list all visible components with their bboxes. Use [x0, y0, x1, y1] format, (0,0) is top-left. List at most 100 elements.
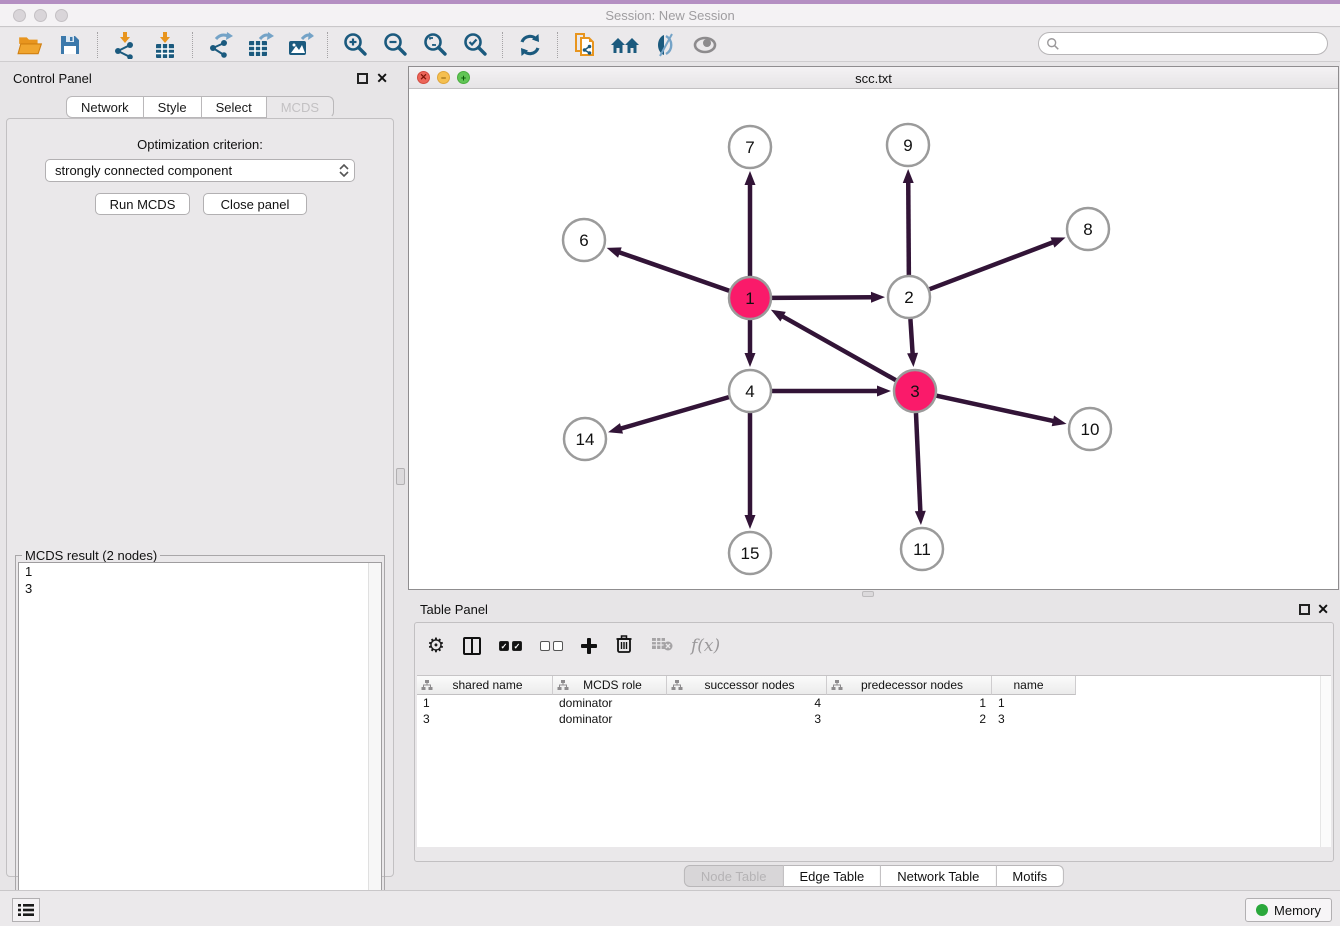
close-table-panel-icon[interactable]: ✕	[1317, 601, 1329, 618]
toolbar-separator	[97, 32, 98, 58]
tab-style[interactable]: Style	[144, 96, 202, 118]
control-panel-header: Control Panel ✕	[0, 68, 400, 88]
graph-node-label: 3	[910, 382, 919, 401]
network-window-titlebar[interactable]: ✕ − + scc.txt	[409, 67, 1338, 89]
edge-2-3[interactable]	[910, 319, 912, 355]
graph-node-label: 7	[745, 138, 754, 157]
column-visibility-icon[interactable]	[463, 637, 481, 655]
select-all-icon[interactable]: ✓✓	[499, 641, 522, 651]
edge-2-8[interactable]	[930, 242, 1055, 289]
table-row[interactable]: 1 dominator 4 1 1	[417, 695, 1331, 711]
vertical-splitter-handle[interactable]	[396, 468, 405, 485]
node-table[interactable]: shared name MCDS role successor nodes pr…	[417, 675, 1331, 847]
search-icon	[1046, 37, 1060, 51]
column-header-predecessor-nodes[interactable]: predecessor nodes	[827, 676, 992, 695]
edge-arrowhead	[745, 515, 756, 529]
tab-motifs[interactable]: Motifs	[996, 865, 1064, 887]
edge-arrowhead	[915, 511, 926, 525]
open-file-icon[interactable]	[14, 30, 46, 60]
zoom-selected-icon[interactable]	[459, 30, 491, 60]
clear-table-icon	[651, 636, 673, 657]
export-network-icon[interactable]	[204, 30, 236, 60]
float-table-panel-icon[interactable]	[1299, 604, 1310, 615]
edge-2-9[interactable]	[908, 181, 909, 275]
first-neighbors-icon[interactable]	[609, 30, 641, 60]
cell-predecessor-nodes[interactable]: 1	[827, 695, 992, 711]
cell-shared-name[interactable]: 1	[417, 695, 553, 711]
search-box[interactable]	[1038, 32, 1328, 55]
tab-network-table[interactable]: Network Table	[881, 865, 996, 887]
column-header-shared-name[interactable]: shared name	[417, 676, 553, 695]
tab-network[interactable]: Network	[66, 96, 144, 118]
edge-3-11[interactable]	[916, 413, 920, 513]
mcds-result-item[interactable]: 3	[19, 580, 381, 597]
table-settings-icon[interactable]: ⚙	[427, 636, 445, 656]
close-panel-button[interactable]: Close panel	[203, 193, 307, 215]
zoom-fit-icon[interactable]	[419, 30, 451, 60]
tab-node-table[interactable]: Node Table	[684, 865, 784, 887]
column-header-name[interactable]: name	[992, 676, 1076, 695]
criterion-dropdown[interactable]: strongly connected component	[45, 159, 355, 182]
edge-arrowhead	[771, 310, 786, 322]
search-input[interactable]	[1060, 35, 1327, 53]
graph-node-label: 11	[913, 540, 931, 559]
zoom-out-icon[interactable]	[379, 30, 411, 60]
deselect-all-icon[interactable]	[540, 641, 563, 651]
edge-arrowhead	[608, 423, 623, 434]
apply-style-icon[interactable]	[649, 30, 681, 60]
network-canvas[interactable]: 7968124314101511	[409, 89, 1338, 589]
memory-button[interactable]: Memory	[1245, 898, 1332, 922]
add-column-icon[interactable]	[581, 638, 597, 654]
cell-mcds-role[interactable]: dominator	[553, 711, 667, 727]
column-header-successor-nodes[interactable]: successor nodes	[667, 676, 827, 695]
cell-shared-name[interactable]: 3	[417, 711, 553, 727]
toolbar-separator	[192, 32, 193, 58]
control-panel-title: Control Panel	[13, 71, 92, 86]
edge-arrowhead	[1051, 237, 1066, 247]
table-scrollbar[interactable]	[1320, 676, 1331, 847]
export-table-icon[interactable]	[244, 30, 276, 60]
run-mcds-button[interactable]: Run MCDS	[95, 193, 190, 215]
optimization-criterion-label: Optimization criterion:	[7, 137, 393, 152]
horizontal-splitter-handle[interactable]	[862, 591, 874, 597]
mcds-result-group: MCDS result (2 nodes) 1 3	[15, 555, 385, 926]
mcds-result-list[interactable]: 1 3	[18, 562, 382, 926]
edge-3-10[interactable]	[936, 396, 1054, 422]
network-graph[interactable]: 7968124314101511	[409, 89, 1338, 589]
edge-arrowhead	[907, 353, 918, 367]
save-session-icon[interactable]	[54, 30, 86, 60]
result-scrollbar[interactable]	[368, 563, 381, 926]
table-panel-title: Table Panel	[420, 602, 488, 617]
cell-name[interactable]: 3	[992, 711, 1076, 727]
edge-1-6[interactable]	[618, 252, 729, 291]
zoom-in-icon[interactable]	[339, 30, 371, 60]
edge-1-2[interactable]	[772, 297, 873, 298]
export-image-icon[interactable]	[284, 30, 316, 60]
tab-mcds[interactable]: MCDS	[267, 96, 334, 118]
edge-4-14[interactable]	[620, 397, 729, 429]
close-panel-icon[interactable]: ✕	[376, 70, 388, 87]
cell-predecessor-nodes[interactable]: 2	[827, 711, 992, 727]
cell-successor-nodes[interactable]: 3	[667, 711, 827, 727]
main-toolbar	[0, 28, 1340, 62]
cell-name[interactable]: 1	[992, 695, 1076, 711]
edge-arrowhead	[745, 353, 756, 367]
import-network-icon[interactable]	[109, 30, 141, 60]
tab-select[interactable]: Select	[202, 96, 267, 118]
tab-edge-table[interactable]: Edge Table	[783, 865, 881, 887]
apply-layout-icon[interactable]	[514, 30, 546, 60]
float-panel-icon[interactable]	[357, 73, 368, 84]
clone-network-icon[interactable]	[569, 30, 601, 60]
edge-3-1[interactable]	[781, 316, 895, 381]
column-header-mcds-role[interactable]: MCDS role	[553, 676, 667, 695]
edge-arrowhead	[745, 171, 756, 185]
mcds-result-item[interactable]: 1	[19, 563, 381, 580]
cell-successor-nodes[interactable]: 4	[667, 695, 827, 711]
show-hide-icon[interactable]	[689, 30, 721, 60]
task-history-button[interactable]	[12, 898, 40, 922]
delete-column-icon[interactable]	[615, 634, 633, 659]
table-row[interactable]: 3 dominator 3 2 3	[417, 711, 1331, 727]
table-header-row: shared name MCDS role successor nodes pr…	[417, 676, 1331, 695]
cell-mcds-role[interactable]: dominator	[553, 695, 667, 711]
import-table-icon[interactable]	[149, 30, 181, 60]
